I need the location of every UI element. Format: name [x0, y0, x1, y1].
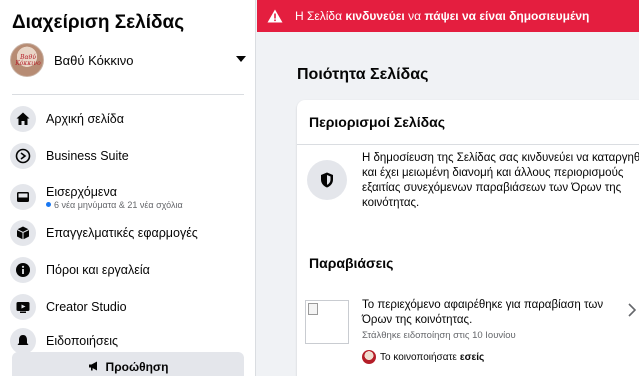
violation-notice-date: Στάλθηκε ειδοποίηση στις 10 Ιουνίου — [362, 330, 516, 341]
sidebar-item-business-suite[interactable]: Business Suite — [8, 139, 248, 173]
banner-text-prefix: Η Σελίδα — [295, 9, 346, 23]
unread-dot-icon — [46, 202, 51, 207]
sidebar-item-home[interactable]: Αρχική σελίδα — [8, 102, 248, 136]
shared-by-prefix: Το κοινοποιήσατε — [380, 351, 457, 363]
sidebar-item-label: Επαγγελματικές εφαρμογές — [46, 226, 198, 240]
banner-text-bold-2: πάψει να είναι δημοσιευμένη — [424, 9, 590, 23]
sidebar-item-label: Εισερχόμενα — [46, 184, 117, 199]
page-title: Ποιότητα Σελίδας — [297, 66, 429, 83]
sidebar-item-business-apps[interactable]: Επαγγελματικές εφαρμογές — [8, 216, 248, 250]
card-divider — [297, 144, 639, 145]
info-icon — [10, 257, 36, 283]
business-suite-icon — [10, 143, 36, 169]
banner-text-bold-1: κινδυνεύει — [345, 9, 405, 23]
sidebar-title: Διαχείριση Σελίδας — [12, 12, 185, 33]
notifications-icon — [10, 328, 36, 354]
avatar-logo-text: Βαθύ Κόκκινο — [15, 54, 41, 67]
inbox-sub-text: 6 νέα μηνύματα & 21 νέα σχόλια — [54, 199, 183, 210]
shield-icon — [307, 160, 347, 200]
sidebar-item-label: Ειδοποιήσεις — [46, 334, 119, 348]
cube-icon — [10, 220, 36, 246]
page-quality-card: Περιορισμοί Σελίδας Η δημοσίευση της Σελ… — [297, 100, 639, 376]
sidebar-item-creator-studio[interactable]: Creator Studio — [8, 290, 248, 324]
sidebar-item-resources[interactable]: Πόροι και εργαλεία — [8, 253, 248, 287]
promote-label: Προώθηση — [105, 360, 169, 374]
violation-description[interactable]: Το περιεχόμενο αφαιρέθηκε για παραβίαση … — [362, 298, 632, 328]
sidebar-item-label: Creator Studio — [46, 300, 127, 314]
sidebar-item-label: Αρχική σελίδα — [46, 112, 124, 126]
caret-down-icon[interactable] — [236, 56, 246, 62]
restrictions-description: Η δημοσίευση της Σελίδας σας κινδυνεύει … — [362, 152, 639, 209]
shared-by-name: εσείς — [459, 351, 485, 363]
avatar: Βαθύ Κόκκινο — [10, 43, 44, 77]
sidebar-item-inbox[interactable]: Εισερχόμενα 6 νέα μηνύματα & 21 νέα σχόλ… — [8, 178, 248, 216]
inbox-icon — [10, 184, 36, 210]
violation-thumbnail[interactable] — [305, 300, 349, 344]
violations-heading: Παραβιάσεις — [309, 255, 394, 271]
home-icon — [10, 106, 36, 132]
page-at-risk-banner: Η Σελίδα κινδυνεύει να πάψει να είναι δη… — [257, 0, 639, 32]
sidebar-item-label: Πόροι και εργαλεία — [46, 263, 150, 277]
shared-by-row: Το κοινοποιήσατε εσείς — [362, 350, 484, 364]
broken-image-icon — [308, 303, 318, 315]
restrictions-heading: Περιορισμοί Σελίδας — [309, 114, 445, 130]
warning-icon — [267, 9, 283, 23]
sidebar: Διαχείριση Σελίδας Βαθύ Κόκκινο Βαθύ Κόκ… — [0, 0, 256, 376]
inbox-unread-summary: 6 νέα μηνύματα & 21 νέα σχόλια — [46, 200, 183, 210]
banner-text: Η Σελίδα κινδυνεύει να πάψει να είναι δη… — [295, 9, 589, 23]
sidebar-divider — [12, 94, 244, 95]
chevron-right-icon[interactable] — [628, 303, 637, 322]
promote-button[interactable]: Προώθηση — [12, 352, 244, 376]
sidebar-item-label: Business Suite — [46, 149, 129, 163]
page-switcher[interactable]: Βαθύ Κόκκινο Βαθύ Κόκκινο — [10, 42, 250, 78]
page-name: Βαθύ Κόκκινο — [54, 52, 134, 68]
avatar — [362, 350, 376, 364]
megaphone-icon — [88, 360, 100, 375]
banner-text-mid: να — [404, 9, 425, 23]
creator-studio-icon — [10, 294, 36, 320]
